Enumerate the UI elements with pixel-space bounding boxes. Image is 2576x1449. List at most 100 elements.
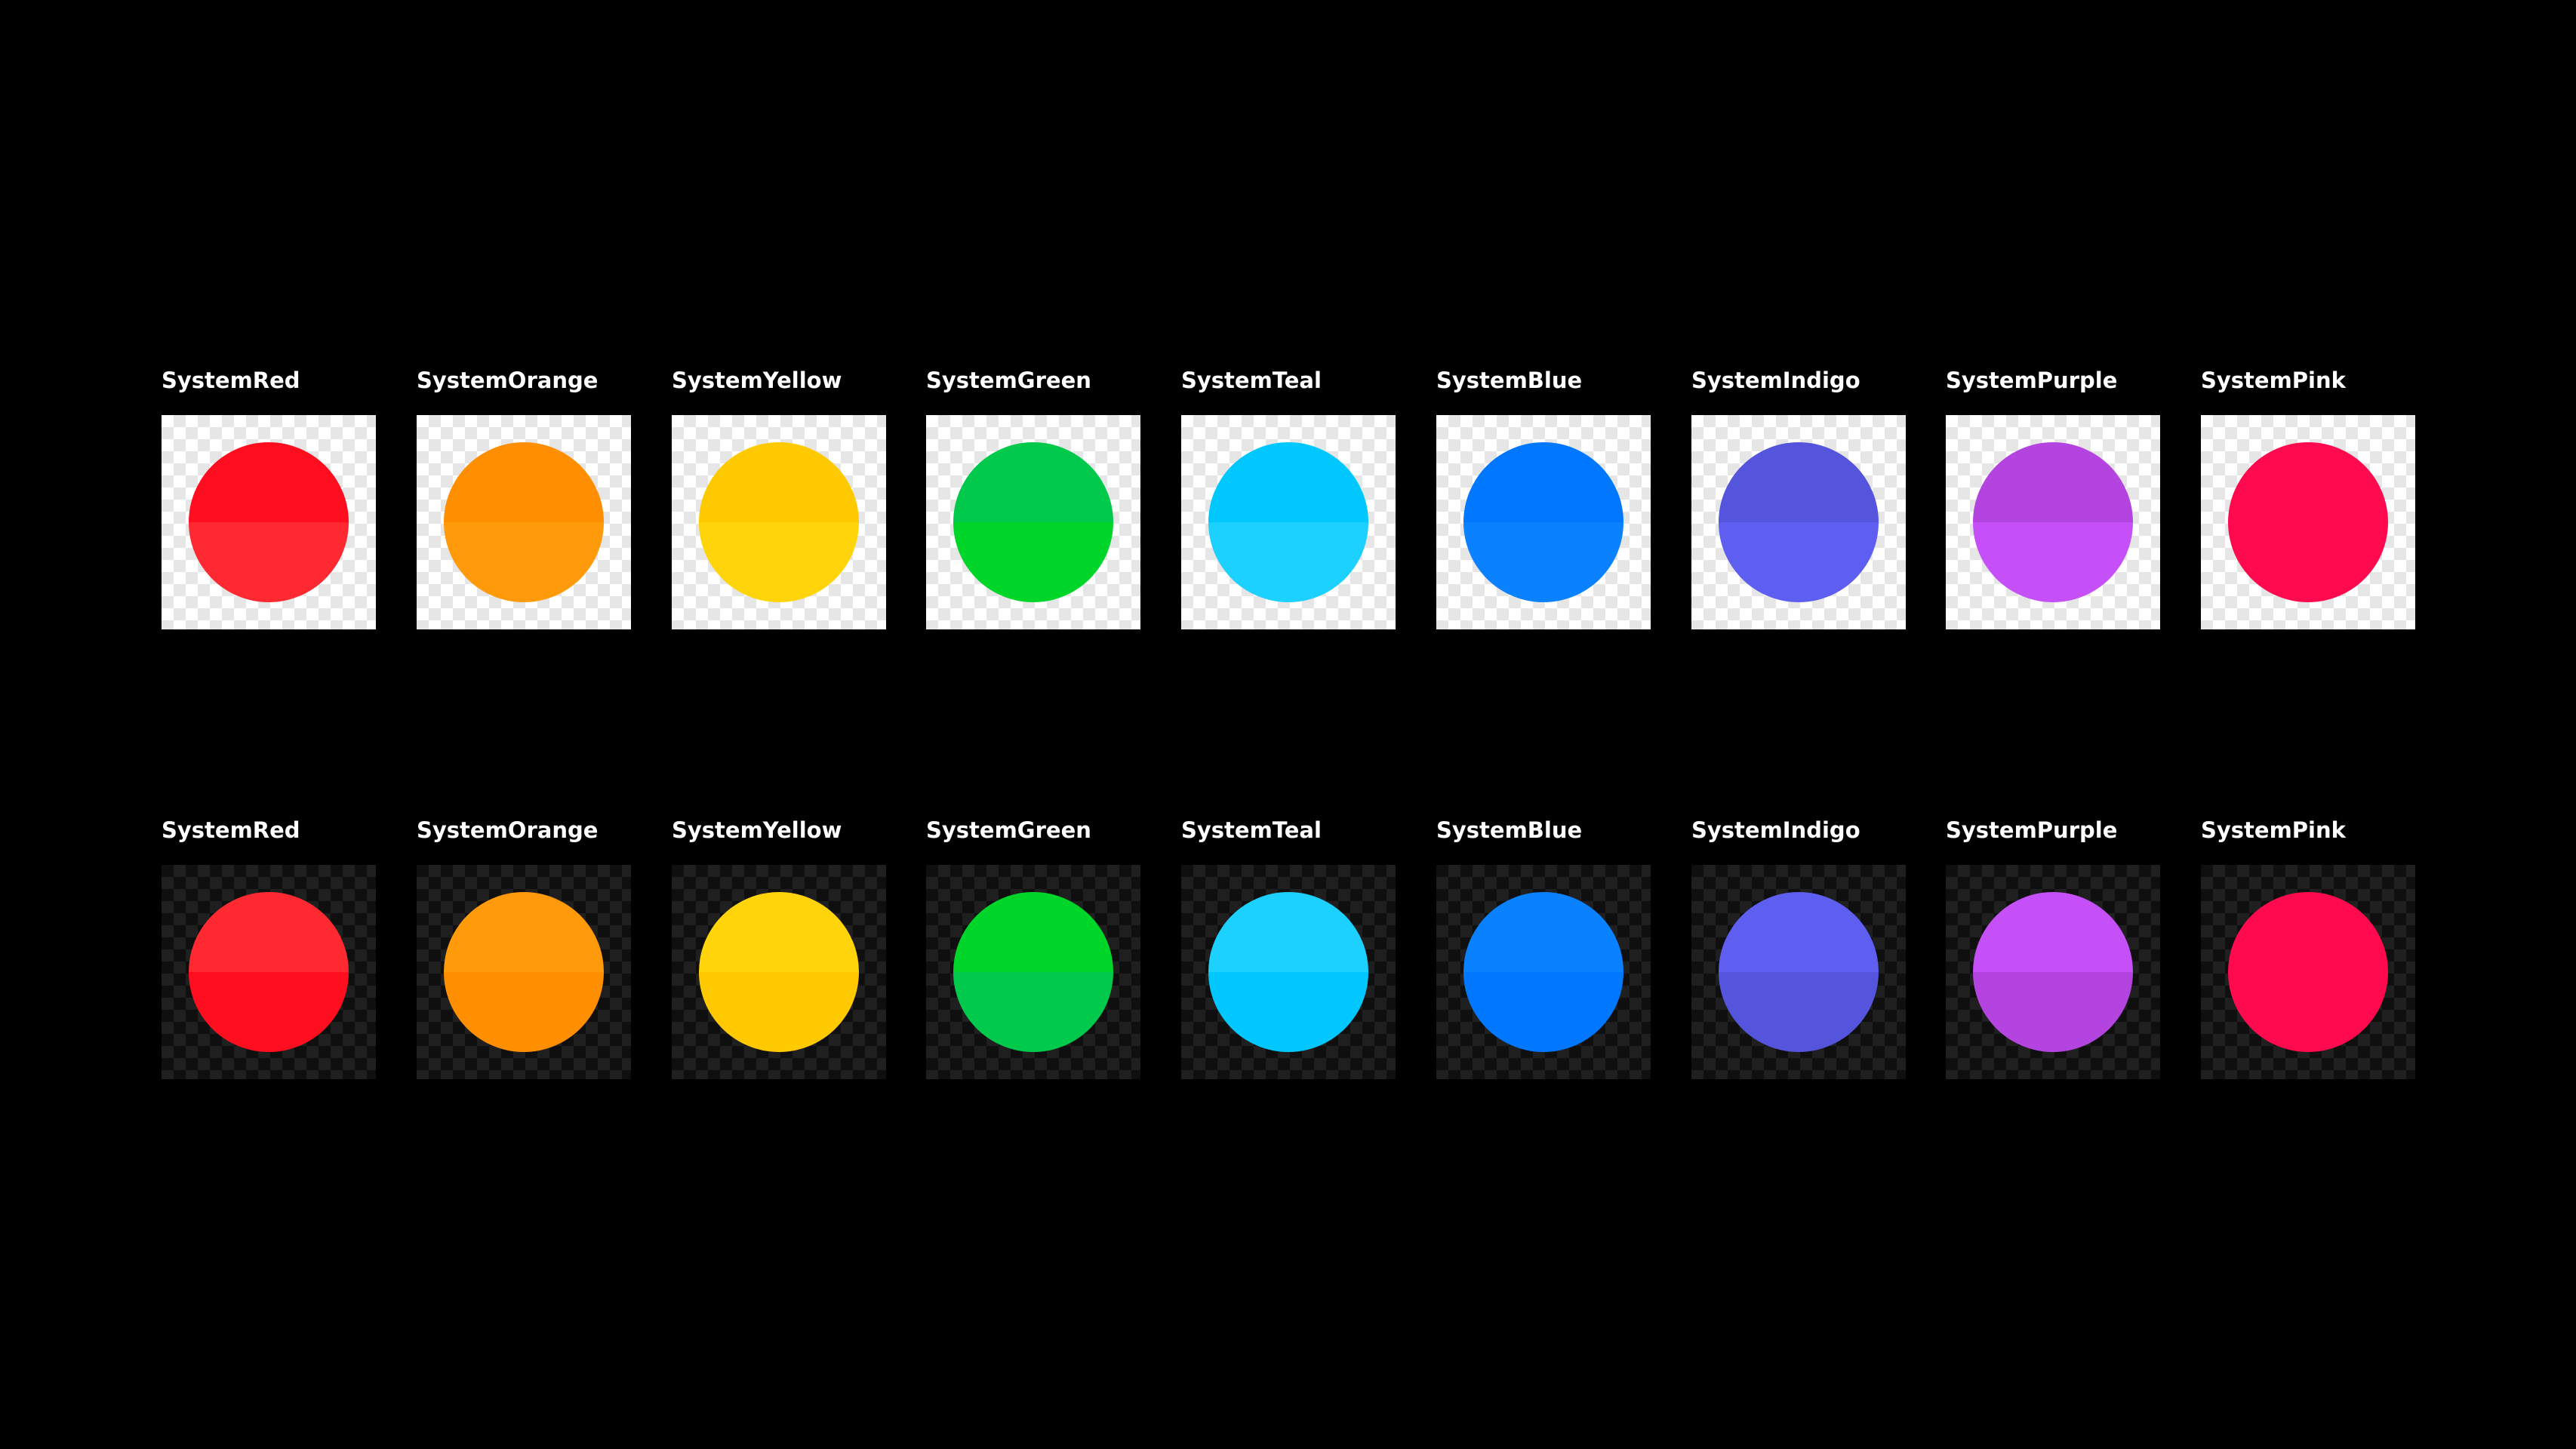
color-circle-top-half: [953, 892, 1113, 972]
color-circle-bottom-half: [189, 522, 349, 602]
swatch-systempurple: SystemPurple: [1946, 815, 2160, 1079]
color-circle: [1719, 892, 1879, 1052]
color-circle-bottom-half: [444, 972, 604, 1052]
swatch-label: SystemPurple: [1946, 368, 2118, 393]
color-circle-top-half: [444, 892, 604, 972]
color-circle: [2228, 892, 2388, 1052]
color-circle: [1463, 892, 1623, 1052]
color-circle-top-half: [1463, 892, 1623, 972]
checkerboard-tile: [1181, 415, 1396, 629]
color-circle: [1208, 892, 1368, 1052]
checkerboard-tile: [1436, 865, 1651, 1079]
color-circle-top-half: [1208, 442, 1368, 522]
color-circle-top-half: [1208, 892, 1368, 972]
checkerboard-tile: [1436, 415, 1651, 629]
color-circle-bottom-half: [2228, 972, 2388, 1052]
swatch-systempink: SystemPink: [2201, 365, 2415, 629]
color-circle-bottom-half: [1973, 972, 2133, 1052]
swatch-label: SystemPink: [2201, 368, 2346, 393]
swatch-systemblue: SystemBlue: [1436, 365, 1651, 629]
color-circle-top-half: [444, 442, 604, 522]
swatch-label: SystemTeal: [1181, 368, 1322, 393]
color-circle: [1719, 442, 1879, 602]
checkerboard-tile: [162, 865, 376, 1079]
color-circle: [1973, 892, 2133, 1052]
swatch-systemindigo: SystemIndigo: [1691, 365, 1906, 629]
swatch-systemgreen: SystemGreen: [926, 815, 1140, 1079]
color-circle-top-half: [189, 892, 349, 972]
color-circle: [953, 442, 1113, 602]
swatch-systemindigo: SystemIndigo: [1691, 815, 1906, 1079]
color-circle-bottom-half: [189, 972, 349, 1052]
color-circle-bottom-half: [699, 972, 859, 1052]
swatch-systemteal: SystemTeal: [1181, 815, 1396, 1079]
color-circle-bottom-half: [699, 522, 859, 602]
color-circle-bottom-half: [1463, 522, 1623, 602]
swatch-systemblue: SystemBlue: [1436, 815, 1651, 1079]
swatch-label: SystemPurple: [1946, 817, 2118, 843]
color-circle: [2228, 442, 2388, 602]
swatch-label: SystemYellow: [672, 817, 842, 843]
swatch-systemorange: SystemOrange: [417, 365, 631, 629]
swatch-label: SystemGreen: [926, 368, 1091, 393]
color-circle: [444, 442, 604, 602]
color-circle-bottom-half: [1719, 972, 1879, 1052]
color-circle: [699, 442, 859, 602]
color-circle: [953, 892, 1113, 1052]
color-circle: [699, 892, 859, 1052]
dark-mode-swatch-row: SystemRed SystemOrange SystemYellow SystemG…: [162, 815, 2415, 1079]
color-circle: [1463, 442, 1623, 602]
swatch-label: SystemRed: [162, 368, 300, 393]
color-circle-bottom-half: [1208, 972, 1368, 1052]
color-circle-top-half: [1719, 892, 1879, 972]
swatch-label: SystemIndigo: [1691, 817, 1860, 843]
color-circle-top-half: [953, 442, 1113, 522]
color-circle-top-half: [1463, 442, 1623, 522]
swatch-systemgreen: SystemGreen: [926, 365, 1140, 629]
color-circle-top-half: [1719, 442, 1879, 522]
light-mode-swatch-row: SystemRed SystemOrange SystemYellow SystemG…: [162, 365, 2415, 629]
swatch-systemteal: SystemTeal: [1181, 365, 1396, 629]
checkerboard-tile: [2201, 415, 2415, 629]
checkerboard-tile: [162, 415, 376, 629]
swatch-systemyellow: SystemYellow: [672, 815, 886, 1079]
checkerboard-tile: [1946, 865, 2160, 1079]
checkerboard-tile: [672, 865, 886, 1079]
checkerboard-tile: [1691, 415, 1906, 629]
swatch-label: SystemOrange: [417, 817, 599, 843]
checkerboard-tile: [417, 865, 631, 1079]
color-circle-top-half: [189, 442, 349, 522]
swatch-systempurple: SystemPurple: [1946, 365, 2160, 629]
color-circle: [189, 442, 349, 602]
swatch-systemyellow: SystemYellow: [672, 365, 886, 629]
checkerboard-tile: [926, 415, 1140, 629]
checkerboard-tile: [1691, 865, 1906, 1079]
color-circle: [189, 892, 349, 1052]
swatch-label: SystemRed: [162, 817, 300, 843]
color-circle-top-half: [699, 892, 859, 972]
color-circle: [444, 892, 604, 1052]
swatch-label: SystemYellow: [672, 368, 842, 393]
swatch-label: SystemOrange: [417, 368, 599, 393]
swatch-systemorange: SystemOrange: [417, 815, 631, 1079]
color-circle-bottom-half: [953, 522, 1113, 602]
swatch-label: SystemBlue: [1436, 817, 1583, 843]
swatch-label: SystemPink: [2201, 817, 2346, 843]
color-circle-top-half: [699, 442, 859, 522]
color-circle-bottom-half: [2228, 522, 2388, 602]
color-circle-bottom-half: [1208, 522, 1368, 602]
checkerboard-tile: [2201, 865, 2415, 1079]
checkerboard-tile: [417, 415, 631, 629]
checkerboard-tile: [1181, 865, 1396, 1079]
color-swatch-sheet: { "rows": [ { "mode": "light", "swatches…: [0, 0, 2576, 1449]
swatch-label: SystemIndigo: [1691, 368, 1860, 393]
color-circle: [1973, 442, 2133, 602]
swatch-systemred: SystemRed: [162, 365, 376, 629]
color-circle-bottom-half: [953, 972, 1113, 1052]
checkerboard-tile: [672, 415, 886, 629]
color-circle-bottom-half: [1973, 522, 2133, 602]
swatch-systempink: SystemPink: [2201, 815, 2415, 1079]
color-circle-bottom-half: [1719, 522, 1879, 602]
swatch-systemred: SystemRed: [162, 815, 376, 1079]
swatch-label: SystemBlue: [1436, 368, 1583, 393]
